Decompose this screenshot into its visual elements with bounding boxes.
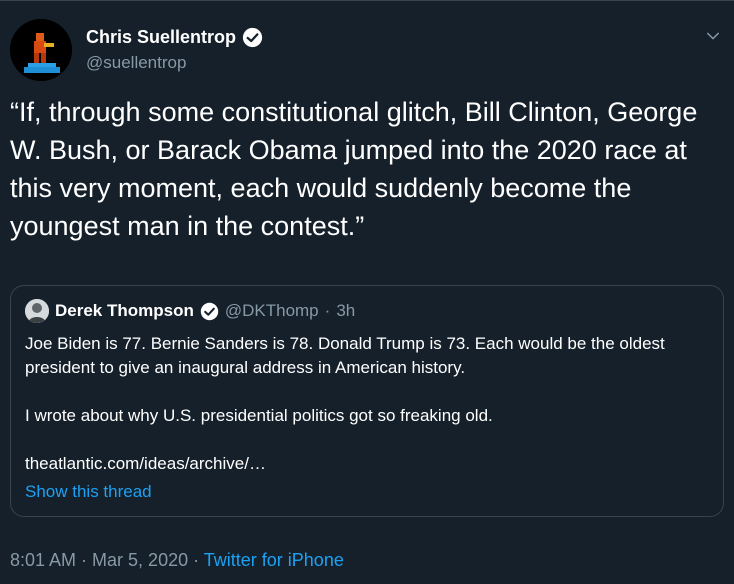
author-display-name[interactable]: Chris Suellentrop (86, 27, 236, 48)
avatar-pixel-art-icon (10, 19, 72, 81)
author-handle[interactable]: @suellentrop (86, 53, 186, 73)
quoted-tweet[interactable]: Derek Thompson @DKThomp · 3h Joe Biden i… (10, 285, 724, 517)
quoted-timestamp: 3h (336, 301, 356, 320)
quoted-tweet-text: Joe Biden is 77. Bernie Sanders is 78. D… (25, 332, 705, 476)
footer-separator: · (188, 550, 204, 570)
quoted-separator: · (324, 301, 331, 320)
tweet-card: Chris Suellentrop @suellentrop “If, thro… (0, 0, 734, 584)
author-avatar[interactable] (10, 19, 72, 81)
quoted-author-handle: @DKThomp (224, 301, 319, 320)
tweet-text: “If, through some constitutional glitch,… (10, 97, 705, 241)
verified-badge-icon (242, 27, 263, 48)
show-thread-link[interactable]: Show this thread (25, 482, 152, 502)
tweet-date[interactable]: Mar 5, 2020 (92, 550, 188, 570)
quoted-paragraph: Joe Biden is 77. Bernie Sanders is 78. D… (25, 334, 665, 377)
tweet-header: Chris Suellentrop @suellentrop (10, 19, 724, 83)
avatar-portrait-icon (25, 299, 49, 323)
author-name-row: Chris Suellentrop (86, 27, 263, 48)
quoted-tweet-header: Derek Thompson @DKThomp · 3h (25, 299, 355, 323)
quoted-author-name: Derek Thompson (55, 301, 194, 320)
tweet-time[interactable]: 8:01 AM (10, 550, 76, 570)
footer-separator: · (76, 550, 93, 570)
quoted-paragraph: I wrote about why U.S. presidential poli… (25, 406, 493, 425)
chevron-down-icon[interactable] (704, 27, 722, 45)
verified-badge-icon (200, 302, 219, 320)
tweet-footer: 8:01 AM · Mar 5, 2020 · Twitter for iPho… (10, 550, 344, 571)
quoted-link-text: theatlantic.com/ideas/archive/… (25, 454, 266, 473)
quoted-author-avatar (25, 299, 49, 323)
tweet-source-link[interactable]: Twitter for iPhone (204, 550, 344, 570)
